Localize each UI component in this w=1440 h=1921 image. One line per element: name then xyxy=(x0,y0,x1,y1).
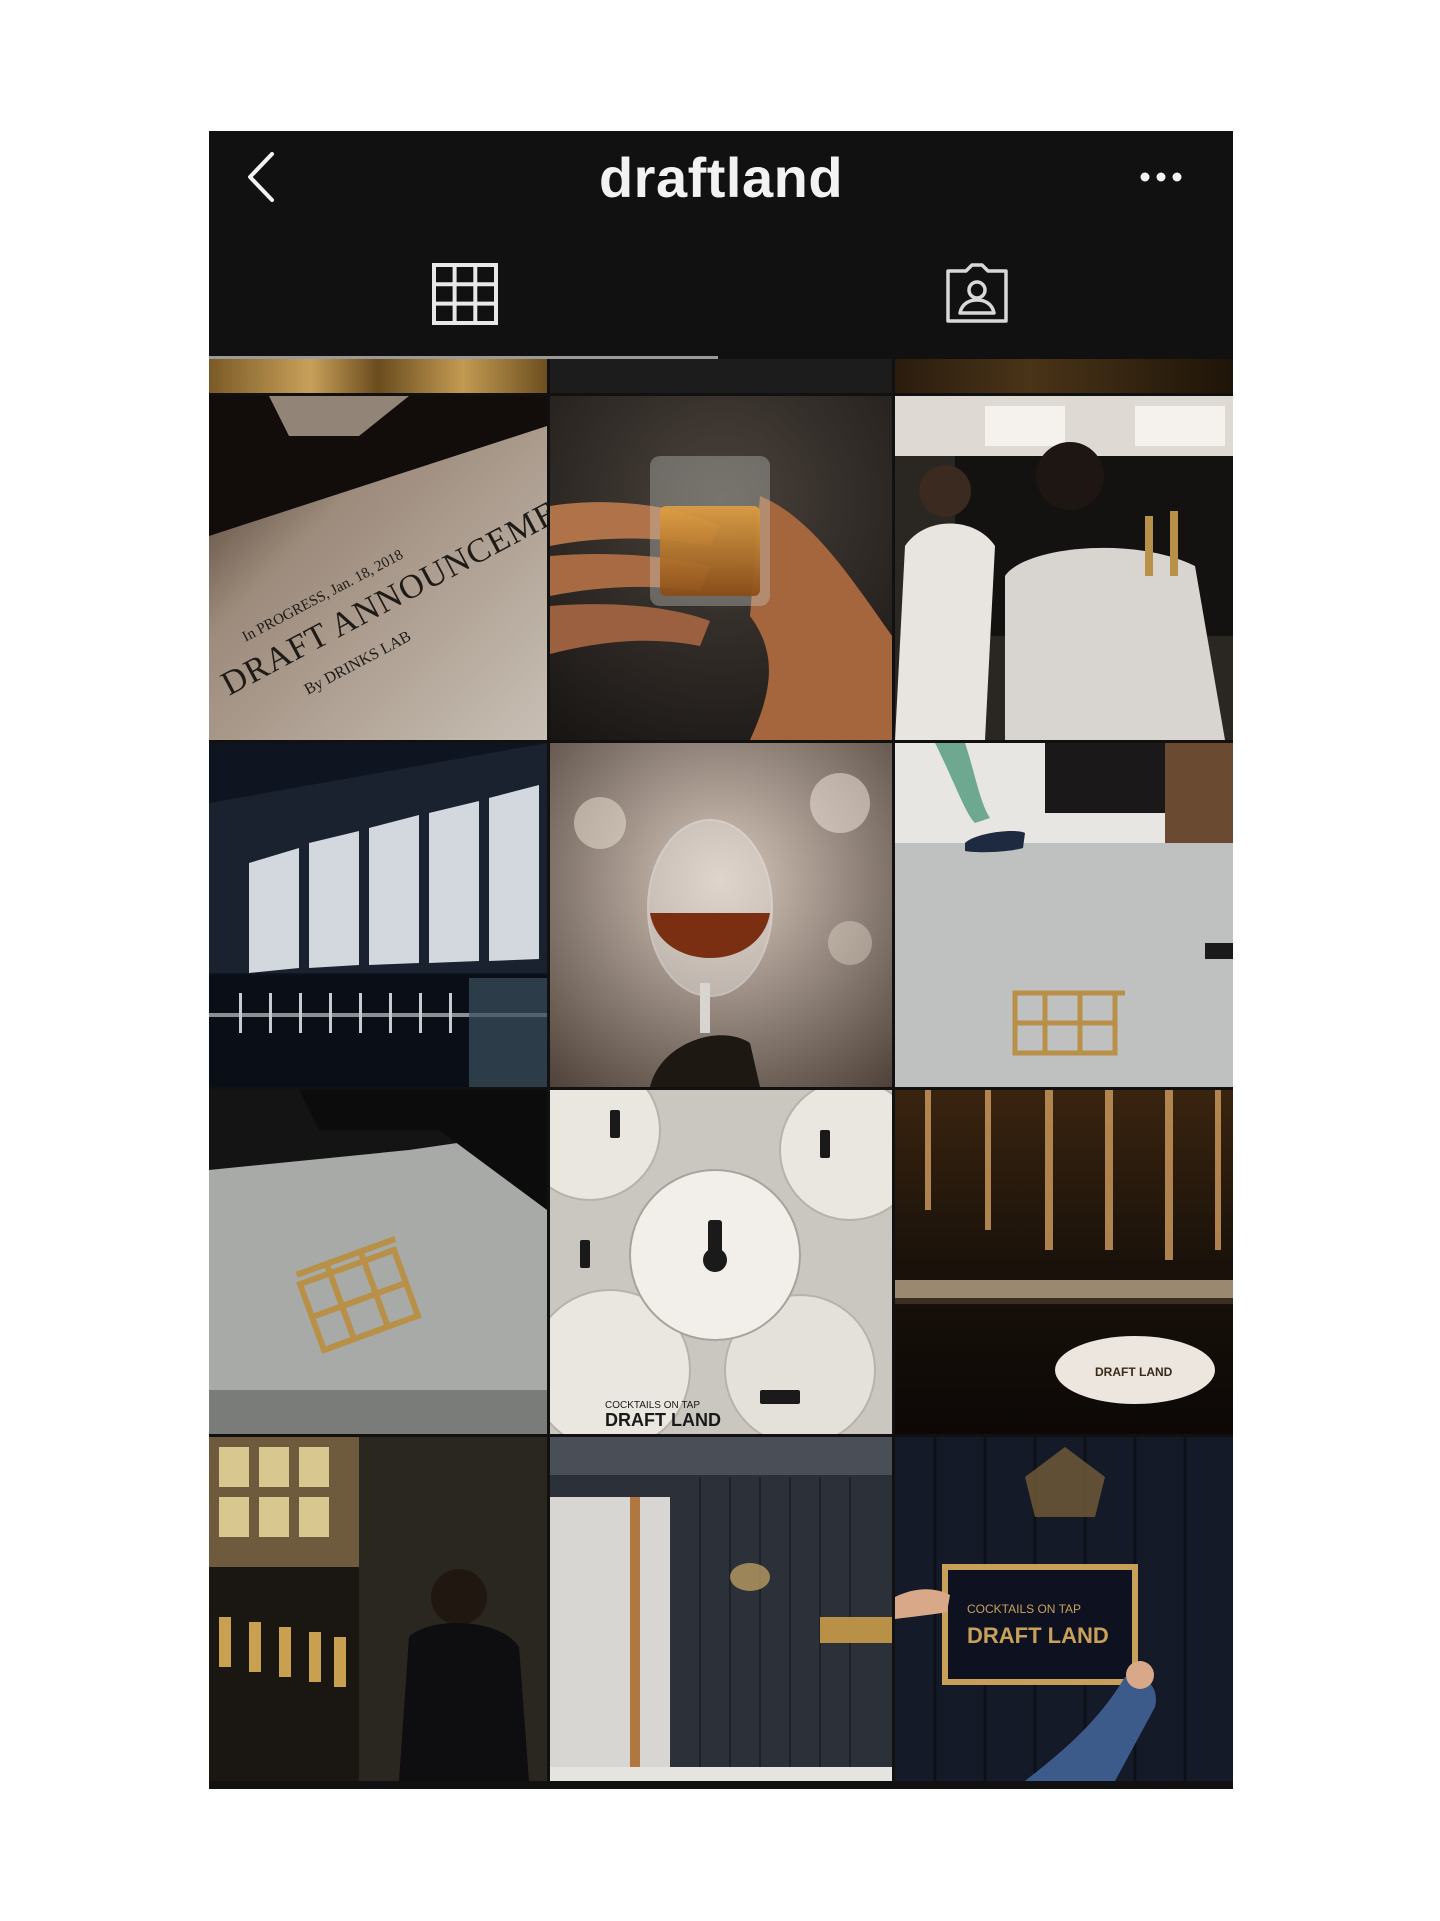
entrance-logo-photo xyxy=(209,1090,547,1434)
bartender-taps-photo xyxy=(209,1437,547,1781)
post-bartenders[interactable] xyxy=(895,396,1233,740)
post-thumbnail-partial[interactable] xyxy=(550,359,892,393)
post-taps-shelf[interactable]: DRAFT LAND xyxy=(895,1090,1233,1434)
post-floor-logo[interactable] xyxy=(895,743,1233,1087)
beer-glass-photo xyxy=(550,743,892,1087)
profile-username: draftland xyxy=(598,146,844,209)
coaster-big-text: DRAFT LAND xyxy=(605,1410,721,1430)
post-storefront[interactable] xyxy=(550,1437,892,1781)
profile-tabs xyxy=(209,231,1233,359)
profile-header: draftland xyxy=(209,131,1233,231)
tab-grid[interactable] xyxy=(209,231,721,356)
tap-wall-photo xyxy=(209,743,547,1087)
post-entrance-logo[interactable] xyxy=(209,1090,547,1434)
more-horizontal-icon xyxy=(1140,172,1182,182)
post-tap-wall[interactable] xyxy=(209,743,547,1087)
more-options-button[interactable] xyxy=(1133,157,1189,197)
sign-small-text: COCKTAILS ON TAP xyxy=(967,1602,1081,1616)
phone-screen: draftland In PROGRESS, Jan. 18, 2018 DRA… xyxy=(209,131,1233,1789)
post-thumbnail-partial[interactable] xyxy=(209,359,547,393)
taps-shelf-photo: DRAFT LAND xyxy=(895,1090,1233,1434)
post-announcement[interactable]: In PROGRESS, Jan. 18, 2018 DRAFT ANNOUNC… xyxy=(209,396,547,740)
sign-big-text: DRAFT LAND xyxy=(967,1623,1109,1648)
tab-tagged[interactable] xyxy=(721,231,1233,356)
post-beer-glass[interactable] xyxy=(550,743,892,1087)
announcement-photo: In PROGRESS, Jan. 18, 2018 DRAFT ANNOUNC… xyxy=(209,396,547,740)
coasters-photo: COCKTAILS ON TAP DRAFT LAND xyxy=(550,1090,892,1434)
post-coasters[interactable]: COCKTAILS ON TAP DRAFT LAND xyxy=(550,1090,892,1434)
whisky-hand-photo xyxy=(550,396,892,740)
post-bartender-taps[interactable] xyxy=(209,1437,547,1781)
storefront-photo xyxy=(550,1437,892,1781)
post-thumbnail-partial[interactable] xyxy=(895,359,1233,393)
post-sign[interactable]: COCKTAILS ON TAP DRAFT LAND xyxy=(895,1437,1233,1781)
tagged-person-icon xyxy=(946,262,1008,323)
bartenders-photo xyxy=(895,396,1233,740)
sign-photo: COCKTAILS ON TAP DRAFT LAND xyxy=(895,1437,1233,1781)
shelf-coaster-text: DRAFT LAND xyxy=(1095,1365,1173,1379)
post-whisky-hand[interactable] xyxy=(550,396,892,740)
floor-logo-photo xyxy=(895,743,1233,1087)
post-grid: In PROGRESS, Jan. 18, 2018 DRAFT ANNOUNC… xyxy=(209,359,1233,1789)
grid-icon xyxy=(432,262,498,325)
